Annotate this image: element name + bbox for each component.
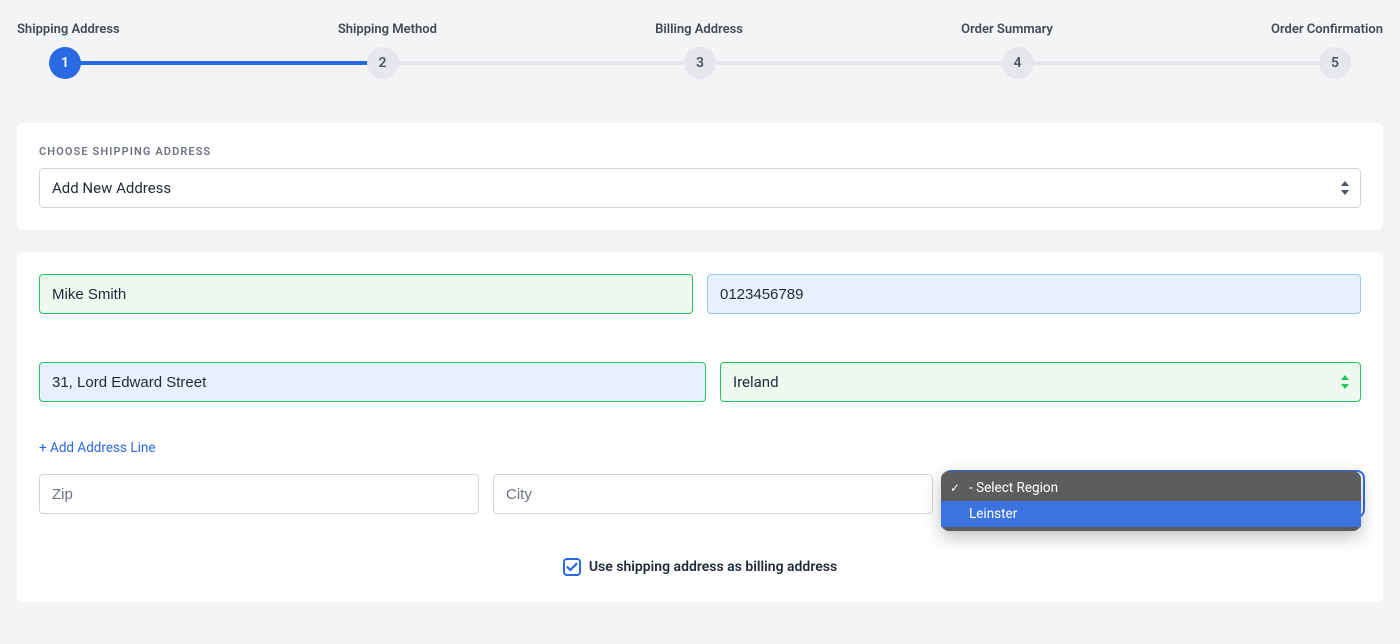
form-row-name-phone	[39, 274, 1361, 314]
checkout-stepper: Shipping Address Shipping Method Billing…	[0, 0, 1400, 79]
full-name-field[interactable]	[39, 274, 693, 314]
choose-shipping-value: Add New Address	[52, 179, 171, 197]
stepper-labels: Shipping Address Shipping Method Billing…	[17, 22, 1383, 37]
checkmark-icon	[566, 562, 578, 572]
choose-shipping-select-wrap: Add New Address	[39, 168, 1361, 208]
step-circle-5[interactable]: 5	[1319, 47, 1351, 79]
add-address-line-link[interactable]: + Add Address Line	[39, 440, 155, 456]
country-select[interactable]: Ireland	[720, 362, 1361, 402]
step-label-order-summary: Order Summary	[961, 22, 1053, 37]
form-row-zip-city-region: ✓ - Select Region Leinster	[39, 474, 1361, 514]
region-option-placeholder[interactable]: ✓ - Select Region	[941, 475, 1361, 501]
stepper-track: 1 2 3 4 5	[65, 47, 1335, 79]
region-select-wrap: ✓ - Select Region Leinster	[947, 474, 1361, 514]
city-field[interactable]	[493, 474, 933, 514]
step-circle-4[interactable]: 4	[1002, 47, 1034, 79]
use-shipping-as-billing-checkbox[interactable]	[563, 558, 581, 576]
street-field[interactable]	[39, 362, 706, 402]
phone-field[interactable]	[707, 274, 1361, 314]
choose-shipping-select[interactable]: Add New Address	[39, 168, 1361, 208]
track-progress	[65, 61, 383, 65]
zip-field[interactable]	[39, 474, 479, 514]
region-dropdown: ✓ - Select Region Leinster	[941, 471, 1361, 531]
billing-checkbox-row: Use shipping address as billing address	[39, 558, 1361, 580]
shipping-address-form-card: Ireland + Add Address Line ✓ - Select Re…	[17, 252, 1383, 602]
check-icon: ✓	[950, 481, 960, 495]
step-label-shipping-method: Shipping Method	[338, 22, 437, 37]
step-label-shipping-address: Shipping Address	[17, 22, 120, 37]
step-label-order-confirmation: Order Confirmation	[1271, 22, 1383, 37]
form-row-street-country: Ireland	[39, 362, 1361, 402]
region-option-placeholder-label: - Select Region	[969, 480, 1058, 496]
use-shipping-as-billing-label: Use shipping address as billing address	[589, 559, 837, 575]
choose-shipping-label: CHOOSE SHIPPING ADDRESS	[39, 145, 1361, 158]
step-circle-3[interactable]: 3	[684, 47, 716, 79]
step-circle-2[interactable]: 2	[367, 47, 399, 79]
region-option-leinster-label: Leinster	[969, 506, 1017, 522]
region-option-leinster[interactable]: Leinster	[941, 501, 1361, 527]
country-value: Ireland	[733, 373, 779, 391]
add-address-line-row: + Add Address Line	[39, 440, 1361, 456]
choose-shipping-card: CHOOSE SHIPPING ADDRESS Add New Address	[17, 123, 1383, 230]
step-label-billing-address: Billing Address	[655, 22, 743, 37]
step-circle-1[interactable]: 1	[49, 47, 81, 79]
country-select-wrap: Ireland	[720, 362, 1361, 402]
